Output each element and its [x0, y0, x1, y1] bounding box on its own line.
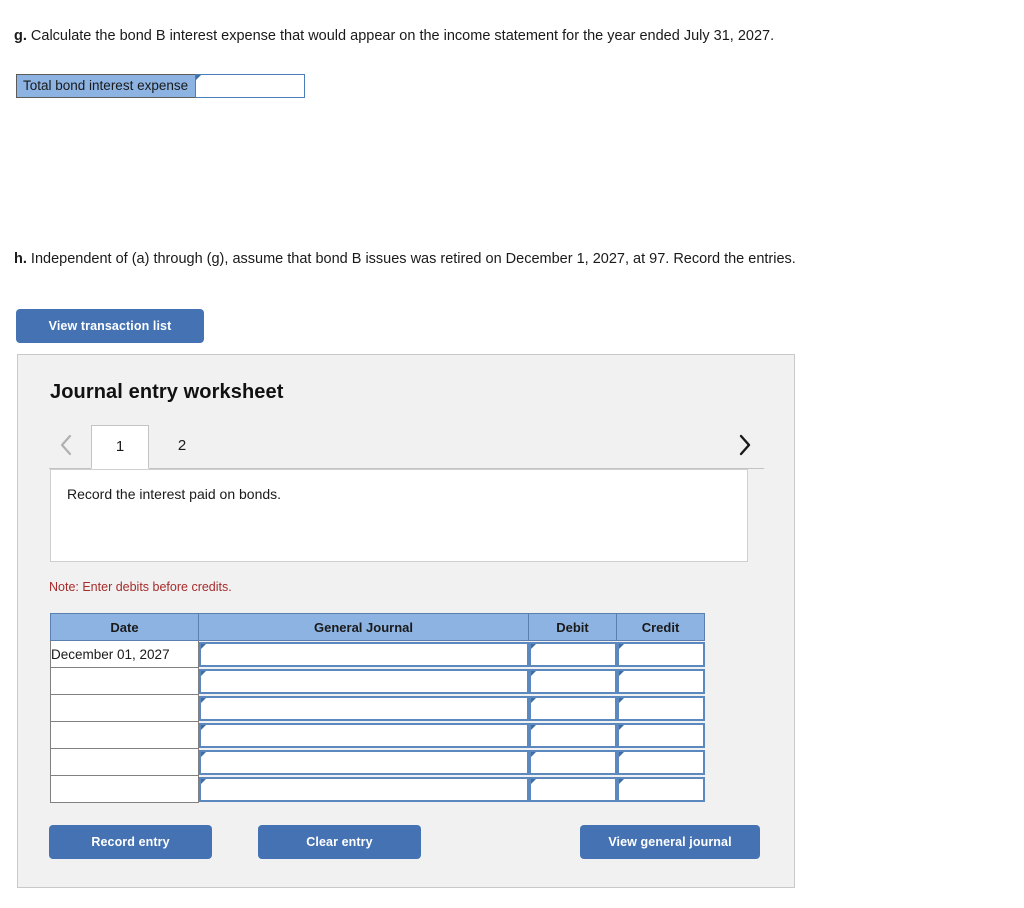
column-header-general-journal: General Journal: [198, 613, 529, 641]
instruction-text: Record the interest paid on bonds.: [67, 486, 282, 502]
credit-cell[interactable]: [616, 695, 705, 722]
tab-2[interactable]: 2: [153, 425, 211, 469]
journal-entry-worksheet-panel: Journal entry worksheet 1 2 Record the i…: [17, 354, 795, 888]
general-journal-cell[interactable]: [199, 695, 529, 722]
debit-input[interactable]: [528, 776, 617, 802]
credit-input[interactable]: [616, 722, 705, 748]
credit-cell[interactable]: [616, 641, 705, 668]
debit-cell[interactable]: [528, 722, 617, 749]
debit-input[interactable]: [528, 722, 617, 748]
table-header-row: Date General Journal Debit Credit: [50, 613, 705, 641]
journal-entry-table: Date General Journal Debit Credit Decemb…: [50, 613, 705, 803]
general-journal-input[interactable]: [199, 722, 529, 748]
table-row: [50, 748, 705, 776]
credit-cell[interactable]: [616, 776, 705, 803]
total-bond-interest-expense-label: Total bond interest expense: [16, 74, 196, 98]
record-entry-button[interactable]: Record entry: [49, 825, 212, 859]
question-h-text: Independent of (a) through (g), assume t…: [26, 251, 796, 267]
credit-input[interactable]: [616, 776, 705, 802]
debit-cell[interactable]: [528, 695, 617, 722]
table-row: December 01, 2027: [50, 640, 705, 668]
date-cell[interactable]: [50, 667, 199, 695]
table-row: [50, 694, 705, 722]
column-header-credit: Credit: [616, 613, 705, 641]
general-journal-cell[interactable]: [199, 749, 529, 776]
instruction-box: Record the interest paid on bonds.: [50, 469, 748, 562]
date-cell[interactable]: [50, 748, 199, 776]
question-h: h. Independent of (a) through (g), assum…: [14, 249, 796, 269]
worksheet-title: Journal entry worksheet: [50, 381, 284, 403]
date-cell[interactable]: [50, 775, 199, 803]
chevron-left-icon[interactable]: [55, 430, 77, 460]
table-row: [50, 721, 705, 749]
debit-cell[interactable]: [528, 749, 617, 776]
total-bond-interest-expense-input[interactable]: [195, 74, 306, 98]
table-row: [50, 775, 705, 803]
question-g-text: Calculate the bond B interest expense th…: [26, 28, 775, 44]
date-cell[interactable]: December 01, 2027: [50, 640, 199, 668]
debit-cell[interactable]: [528, 776, 617, 803]
general-journal-cell[interactable]: [199, 641, 529, 668]
debits-before-credits-note: Note: Enter debits before credits.: [49, 580, 232, 594]
general-journal-input[interactable]: [199, 668, 529, 694]
credit-cell[interactable]: [616, 749, 705, 776]
general-journal-input[interactable]: [199, 642, 529, 667]
column-header-debit: Debit: [528, 613, 617, 641]
table-row: [50, 667, 705, 695]
credit-input[interactable]: [616, 668, 705, 694]
question-g: g. Calculate the bond B interest expense…: [14, 26, 774, 46]
credit-input[interactable]: [616, 642, 705, 667]
debit-input[interactable]: [528, 695, 617, 721]
debit-cell[interactable]: [528, 668, 617, 695]
view-transaction-list-button[interactable]: View transaction list: [16, 309, 204, 343]
credit-input[interactable]: [616, 695, 705, 721]
general-journal-cell[interactable]: [199, 668, 529, 695]
tab-1[interactable]: 1: [91, 425, 149, 469]
total-bond-interest-expense-row: Total bond interest expense: [16, 74, 306, 98]
general-journal-input[interactable]: [199, 695, 529, 721]
debit-input[interactable]: [528, 749, 617, 775]
question-h-label: h.: [14, 251, 27, 267]
debit-input[interactable]: [528, 668, 617, 694]
general-journal-cell[interactable]: [199, 722, 529, 749]
debit-cell[interactable]: [528, 641, 617, 668]
question-g-label: g.: [14, 28, 27, 44]
view-general-journal-button[interactable]: View general journal: [580, 825, 760, 859]
chevron-right-icon[interactable]: [734, 430, 756, 460]
debit-input[interactable]: [528, 642, 617, 667]
general-journal-input[interactable]: [199, 749, 529, 775]
credit-cell[interactable]: [616, 668, 705, 695]
column-header-date: Date: [50, 613, 199, 641]
clear-entry-button[interactable]: Clear entry: [258, 825, 421, 859]
general-journal-cell[interactable]: [199, 776, 529, 803]
credit-input[interactable]: [616, 749, 705, 775]
credit-cell[interactable]: [616, 722, 705, 749]
date-cell[interactable]: [50, 694, 199, 722]
general-journal-input[interactable]: [199, 776, 529, 802]
date-cell[interactable]: [50, 721, 199, 749]
worksheet-tab-bar: 1 2: [49, 423, 764, 469]
